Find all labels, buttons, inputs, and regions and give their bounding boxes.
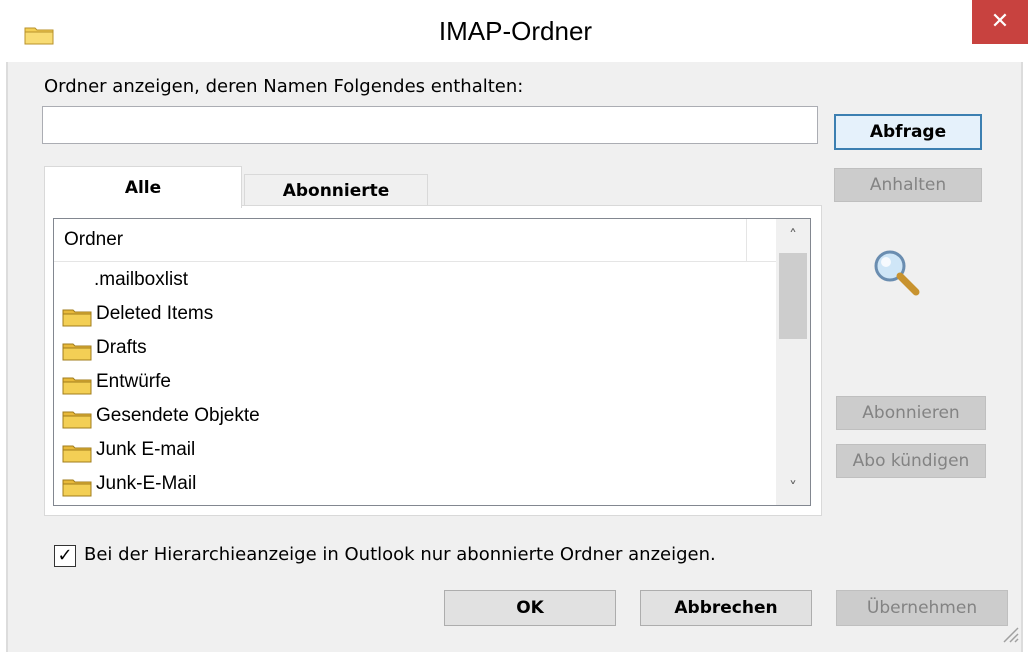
dialog-body: Ordner anzeigen, deren Namen Folgendes e…	[8, 62, 1021, 652]
list-header[interactable]: Ordner	[54, 219, 776, 262]
column-divider[interactable]	[746, 219, 747, 262]
folder-icon	[62, 411, 92, 429]
list-item-label: .mailboxlist	[94, 269, 188, 290]
tab-strip: Alle Abonnierte	[44, 166, 822, 208]
window-title: IMAP-Ordner	[438, 16, 593, 46]
folder-icon	[62, 445, 92, 463]
resize-grip-icon[interactable]	[998, 622, 1020, 644]
window-border-right	[1021, 62, 1023, 652]
list-item[interactable]: Junk E-mail	[54, 433, 776, 467]
list-item[interactable]: Junk-E-Mail	[54, 467, 776, 501]
subscribed-only-checkbox[interactable]: ✓	[54, 545, 76, 567]
list-rows: .mailboxlist Deleted Items Drafts Entwür…	[54, 263, 776, 501]
folder-list[interactable]: Ordner .mailboxlist Deleted Items Drafts	[53, 218, 811, 506]
cancel-button[interactable]: Abbrechen	[640, 590, 812, 626]
folder-icon	[62, 377, 92, 395]
subscribed-only-label: Bei der Hierarchieanzeige in Outlook nur…	[84, 544, 716, 565]
vertical-scrollbar[interactable]: ˄ ˅	[776, 219, 810, 505]
list-item[interactable]: Deleted Items	[54, 297, 776, 331]
list-item-label: Drafts	[96, 337, 147, 358]
apply-button[interactable]: Übernehmen	[836, 590, 1008, 626]
stop-button[interactable]: Anhalten	[834, 168, 982, 202]
title-bar: IMAP-Ordner ✕	[0, 0, 1031, 66]
list-item-label: Deleted Items	[96, 303, 214, 324]
list-item-label: Junk E-mail	[96, 439, 196, 460]
magnifier-icon	[874, 250, 920, 296]
filter-label: Ordner anzeigen, deren Namen Folgendes e…	[44, 76, 524, 97]
ok-button[interactable]: OK	[444, 590, 616, 626]
folder-icon	[62, 479, 92, 497]
list-item-label: Gesendete Objekte	[96, 405, 260, 426]
filter-input[interactable]	[42, 106, 818, 144]
column-header-folder[interactable]: Ordner	[64, 229, 123, 251]
list-item[interactable]: Entwürfe	[54, 365, 776, 399]
folder-icon	[62, 309, 92, 327]
list-item[interactable]: Gesendete Objekte	[54, 399, 776, 433]
list-item[interactable]: Drafts	[54, 331, 776, 365]
list-item-label: Junk-E-Mail	[96, 473, 197, 494]
subscribe-button[interactable]: Abonnieren	[836, 396, 986, 430]
unsubscribe-button[interactable]: Abo kündigen	[836, 444, 986, 478]
scroll-thumb[interactable]	[779, 253, 807, 339]
list-item[interactable]: .mailboxlist	[54, 263, 776, 297]
close-button[interactable]: ✕	[972, 0, 1028, 44]
tab-subscribed[interactable]: Abonnierte	[244, 174, 428, 208]
tab-all[interactable]: Alle	[44, 166, 242, 208]
query-button[interactable]: Abfrage	[834, 114, 982, 150]
list-item-label: Entwürfe	[96, 371, 171, 392]
tab-panel: Ordner .mailboxlist Deleted Items Drafts	[44, 205, 822, 516]
folder-icon	[62, 343, 92, 361]
scroll-up-icon[interactable]: ˄	[776, 219, 810, 253]
scroll-down-icon[interactable]: ˅	[776, 471, 810, 505]
